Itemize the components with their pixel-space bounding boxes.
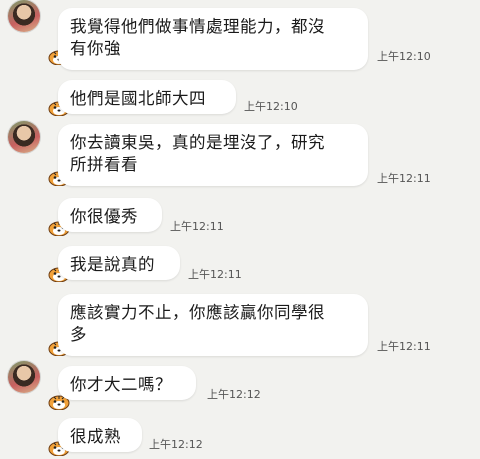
message-timestamp: 上午12:11	[170, 220, 224, 233]
message-timestamp: 上午12:11	[188, 268, 242, 281]
user-photo-avatar[interactable]	[8, 0, 40, 32]
chat-thread: 我覺得他們做事情處理能力，都沒 有你強 上午12:10 他們是國北師大四 上午1…	[0, 0, 480, 459]
message-bubble[interactable]: 你才大二嗎？	[58, 366, 196, 400]
message-bubble[interactable]: 我是說真的	[58, 246, 180, 280]
message-timestamp: 上午12:11	[377, 172, 431, 185]
message-bubble[interactable]: 他們是國北師大四	[58, 80, 236, 114]
user-photo-avatar[interactable]	[8, 121, 40, 153]
message-timestamp: 上午12:10	[244, 100, 298, 113]
user-photo-avatar[interactable]	[8, 361, 40, 393]
message-bubble[interactable]: 你很優秀	[58, 198, 162, 232]
message-timestamp: 上午12:10	[377, 50, 431, 63]
message-bubble[interactable]: 應該實力不止，你應該贏你同學很 多	[58, 294, 368, 356]
message-bubble[interactable]: 你去讀東吳，真的是埋沒了，研究 所拼看看	[58, 124, 368, 186]
message-timestamp: 上午12:11	[377, 340, 431, 353]
message-bubble[interactable]: 我覺得他們做事情處理能力，都沒 有你強	[58, 8, 368, 70]
message-timestamp: 上午12:12	[149, 438, 203, 451]
message-bubble[interactable]: 很成熟	[58, 418, 142, 452]
message-timestamp: 上午12:12	[207, 388, 261, 401]
